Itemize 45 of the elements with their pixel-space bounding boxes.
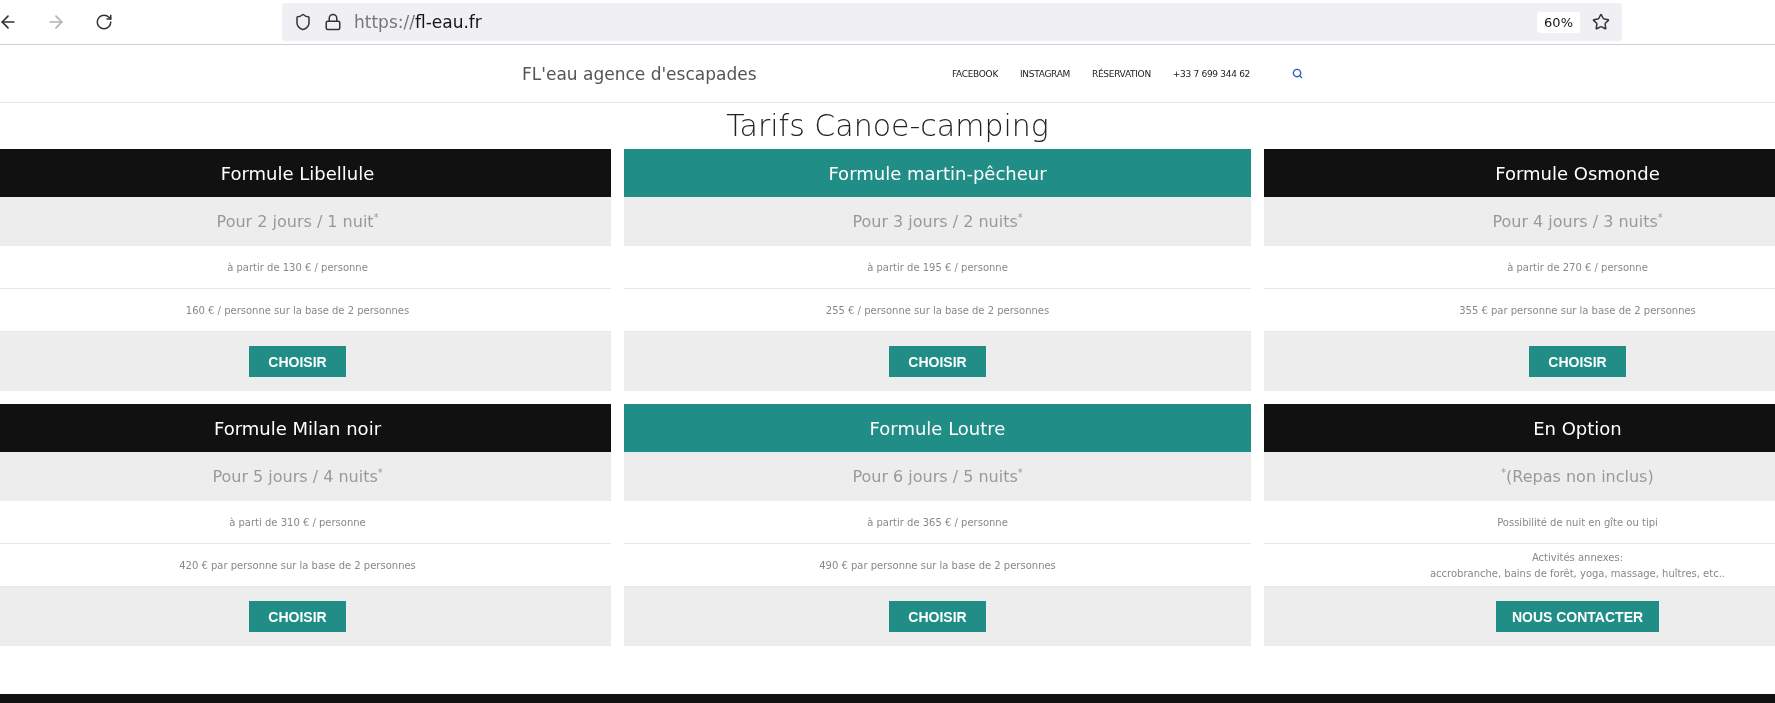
card-duration: Pour 6 jours / 5 nuits$^{*}$: [851, 465, 1024, 489]
card-detail: 490 € par personne sur la base de 2 personnes: [819, 559, 1056, 571]
reload-icon: [95, 13, 113, 31]
card-duration: Pour 2 jours / 1 nuit$^{*}$: [215, 210, 380, 234]
card-detail: accrobranche, bains de forêt, yoga, massage, huîtres, etc..: [1429, 567, 1726, 579]
card-duration: $^{*}$(Repas non inclus): [1500, 465, 1655, 489]
url-text: https://fl-eau.fr: [354, 12, 483, 32]
card-detail: à partir de 130 € / personne: [227, 261, 368, 273]
choose-button[interactable]: NOUS CONTACTER: [1495, 601, 1660, 632]
card-duration: Pour 4 jours / 3 nuits$^{*}$: [1491, 210, 1664, 234]
card-title: Formule Osmonde: [1264, 149, 1775, 197]
choose-button[interactable]: CHOISIR: [889, 346, 986, 377]
nav-link[interactable]: RÉSERVATION: [1092, 68, 1151, 79]
card-detail: à partir de 365 € / personne: [867, 516, 1008, 528]
choose-button[interactable]: CHOISIR: [249, 601, 346, 632]
card-title: Formule Libellule: [0, 149, 611, 197]
choose-button[interactable]: CHOISIR: [1529, 346, 1626, 377]
card-detail: à partir de 195 € / personne: [867, 261, 1008, 273]
site-brand[interactable]: FL'eau agence d'escapades: [522, 63, 952, 84]
lock-icon: [324, 13, 342, 31]
star-icon[interactable]: [1592, 13, 1610, 31]
nav-link[interactable]: +33 7 699 344 62: [1172, 68, 1250, 79]
search-icon[interactable]: [1292, 68, 1303, 79]
card-title: Formule martin-pêcheur: [624, 149, 1251, 197]
card-detail: 420 € par personne sur la base de 2 personnes: [179, 559, 416, 571]
card-detail: 355 € par personne sur la base de 2 personnes: [1459, 304, 1696, 316]
card-title: Formule Loutre: [624, 404, 1251, 452]
card-title: En Option: [1264, 404, 1775, 452]
page-title: Tarifs Canoe-camping: [726, 108, 1049, 144]
choose-button[interactable]: CHOISIR: [889, 601, 986, 632]
nav-link[interactable]: INSTAGRAM: [1020, 68, 1070, 79]
card-duration: Pour 5 jours / 4 nuits$^{*}$: [211, 465, 384, 489]
card-detail: 255 € / personne sur la base de 2 personnes: [825, 304, 1050, 316]
choose-button[interactable]: CHOISIR: [249, 346, 346, 377]
shield-icon: [294, 13, 312, 31]
nav-link[interactable]: FACEBOOK: [952, 68, 998, 79]
card-title: Formule Milan noir: [0, 404, 611, 452]
card-detail: 160 € / personne sur la base de 2 personnes: [185, 304, 410, 316]
card-detail: à partir de 270 € / personne: [1507, 261, 1648, 273]
card-detail: Possibilité de nuit en gîte ou tipi: [1497, 516, 1658, 528]
zoom-level[interactable]: 60%: [1537, 11, 1580, 33]
card-detail: Activités annexes:: [1531, 551, 1624, 563]
card-detail: à parti de 310 € / personne: [229, 516, 366, 528]
card-duration: Pour 3 jours / 2 nuits$^{*}$: [851, 210, 1024, 234]
address-bar[interactable]: https://fl-eau.fr 60%: [282, 3, 1622, 41]
